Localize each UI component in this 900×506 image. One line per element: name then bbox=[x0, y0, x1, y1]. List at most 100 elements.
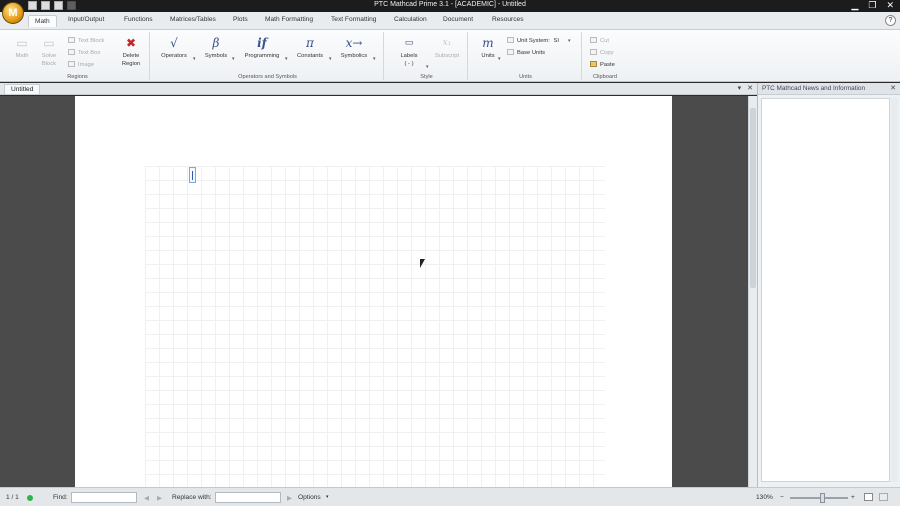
worksheet-area[interactable] bbox=[0, 96, 748, 487]
text-box-icon bbox=[68, 49, 75, 55]
tab-document[interactable]: Document bbox=[443, 16, 473, 23]
news-panel-content bbox=[761, 98, 890, 482]
symbols-button[interactable]: β Symbols bbox=[200, 36, 232, 60]
tab-functions[interactable]: Functions bbox=[124, 16, 153, 23]
replace-input[interactable] bbox=[215, 492, 281, 503]
constants-button[interactable]: π Constants bbox=[292, 36, 328, 60]
delete-region-icon: ✖ bbox=[125, 36, 137, 50]
document-tab-bar: Untitled ▾ ✕ bbox=[0, 83, 757, 95]
programming-button[interactable]: if Programming bbox=[240, 36, 284, 60]
unit-system-selector[interactable]: Unit System: SI bbox=[507, 37, 559, 44]
ribbon-tabs: Math Input/Output Functions Matrices/Tab… bbox=[0, 12, 900, 30]
group-style: ▭ Labels ( - ) ▾ x₁ Subscript Style bbox=[386, 32, 468, 80]
labels-dropdown-icon[interactable]: ▾ bbox=[426, 64, 429, 70]
calculation-status-icon bbox=[27, 495, 33, 501]
paste-clipboard-icon bbox=[590, 61, 597, 67]
text-block-button[interactable]: Text Block bbox=[68, 37, 104, 44]
math-region-icon: ▭ bbox=[16, 36, 28, 50]
base-units-icon bbox=[507, 49, 514, 55]
page-view-icon[interactable] bbox=[864, 493, 873, 501]
restore-button[interactable]: ❐ bbox=[868, 0, 876, 11]
group-label-style: Style bbox=[420, 74, 433, 80]
news-panel-scrollbar[interactable] bbox=[891, 98, 898, 482]
options-menu[interactable]: Options bbox=[298, 494, 321, 501]
operators-dropdown-icon[interactable]: ▾ bbox=[193, 56, 196, 62]
tab-matrices-tables[interactable]: Matrices/Tables bbox=[170, 16, 216, 23]
labels-button[interactable]: ▭ Labels ( - ) bbox=[392, 36, 426, 68]
zoom-slider-thumb[interactable] bbox=[820, 493, 825, 503]
find-input[interactable] bbox=[71, 492, 137, 503]
symbolic-arrow-icon: x→ bbox=[345, 36, 363, 50]
application-menu-orb[interactable]: M bbox=[2, 2, 24, 24]
group-label-regions: Regions bbox=[67, 74, 88, 80]
scrollbar-thumb[interactable] bbox=[750, 108, 756, 288]
solve-block-icon: ▭ bbox=[43, 36, 55, 50]
options-dropdown-icon[interactable]: ▾ bbox=[326, 494, 329, 500]
news-panel-header: PTC Mathcad News and Information ✕ bbox=[758, 83, 900, 95]
programming-dropdown-icon[interactable]: ▾ bbox=[285, 56, 288, 62]
worksheet-vertical-scrollbar[interactable] bbox=[748, 96, 757, 487]
page-indicator: 1 / 1 bbox=[6, 494, 19, 501]
symbolics-button[interactable]: x→ Symbolics bbox=[336, 36, 372, 60]
news-panel: PTC Mathcad News and Information ✕ bbox=[757, 83, 900, 487]
worksheet-grid bbox=[145, 166, 605, 487]
cut-button[interactable]: Cut bbox=[590, 37, 609, 44]
math-region-button[interactable]: ▭ Math bbox=[8, 36, 36, 60]
constants-dropdown-icon[interactable]: ▾ bbox=[329, 56, 332, 62]
document-tab-untitled[interactable]: Untitled bbox=[4, 84, 41, 94]
zoom-slider[interactable] bbox=[790, 497, 848, 499]
close-document-icon[interactable]: ✕ bbox=[747, 84, 753, 92]
tab-input-output[interactable]: Input/Output bbox=[68, 16, 104, 23]
symbols-dropdown-icon[interactable]: ▾ bbox=[232, 56, 235, 62]
beta-icon: β bbox=[212, 36, 220, 50]
zoom-out-button[interactable]: − bbox=[780, 494, 784, 501]
unit-system-dropdown-icon[interactable]: ▾ bbox=[568, 38, 571, 44]
tab-text-formatting[interactable]: Text Formatting bbox=[331, 16, 376, 23]
document-list-dropdown-icon[interactable]: ▾ bbox=[738, 84, 742, 92]
text-box-button[interactable]: Text Box bbox=[68, 49, 100, 56]
base-units-button[interactable]: Base Units bbox=[507, 49, 545, 56]
units-m-icon: m bbox=[482, 36, 494, 50]
delete-region-button[interactable]: ✖ Delete Region bbox=[116, 36, 146, 68]
copy-button[interactable]: Copy bbox=[590, 49, 614, 56]
operators-button[interactable]: √ Operators bbox=[156, 36, 192, 60]
find-previous-icon[interactable]: ◀ bbox=[144, 494, 149, 502]
symbolics-dropdown-icon[interactable]: ▾ bbox=[373, 56, 376, 62]
copy-icon bbox=[590, 49, 597, 55]
subscript-button[interactable]: x₁ Subscript bbox=[430, 36, 464, 60]
tab-calculation[interactable]: Calculation bbox=[394, 16, 427, 23]
scissors-icon bbox=[590, 37, 597, 43]
replace-icon[interactable]: ▶ bbox=[287, 494, 292, 502]
help-button[interactable]: ? bbox=[885, 15, 896, 26]
pi-icon: π bbox=[306, 36, 314, 50]
close-panel-icon[interactable]: ✕ bbox=[890, 84, 896, 92]
group-label-clipboard: Clipboard bbox=[593, 74, 617, 80]
ribbon: ▭ Math ▭ Solve Block Text Block Text Box… bbox=[0, 30, 900, 82]
paste-button[interactable]: Paste bbox=[590, 61, 615, 68]
draft-view-icon[interactable] bbox=[879, 493, 888, 501]
group-regions: ▭ Math ▭ Solve Block Text Block Text Box… bbox=[6, 32, 150, 80]
tab-resources[interactable]: Resources bbox=[492, 16, 524, 23]
zoom-in-button[interactable]: + bbox=[851, 494, 855, 501]
tab-math[interactable]: Math bbox=[28, 15, 57, 27]
insertion-cursor[interactable] bbox=[189, 167, 196, 183]
status-bar: 1 / 1 Find: ◀ ▶ Replace with: ▶ Options … bbox=[0, 487, 900, 506]
tab-plots[interactable]: Plots bbox=[233, 16, 248, 23]
find-next-icon[interactable]: ▶ bbox=[157, 494, 162, 502]
labels-icon: ▭ bbox=[404, 38, 414, 48]
group-label-units: Units bbox=[519, 74, 532, 80]
close-window-button[interactable]: ✕ bbox=[886, 0, 894, 11]
find-label: Find: bbox=[53, 494, 68, 501]
units-dropdown-icon[interactable]: ▾ bbox=[498, 56, 501, 62]
worksheet-page[interactable] bbox=[75, 96, 672, 487]
tab-math-formatting[interactable]: Math Formatting bbox=[265, 16, 313, 23]
solve-block-button[interactable]: ▭ Solve Block bbox=[36, 36, 62, 68]
minimize-button[interactable]: ▁ bbox=[851, 0, 858, 11]
mouse-pointer-icon bbox=[420, 259, 425, 268]
news-panel-title: PTC Mathcad News and Information bbox=[762, 85, 866, 92]
subscript-icon: x₁ bbox=[442, 38, 452, 48]
window-title: PTC Mathcad Prime 3.1 - [ACADEMIC] - Unt… bbox=[374, 1, 526, 8]
group-operators-symbols: √ Operators ▾ β Symbols ▾ if Programming… bbox=[152, 32, 384, 80]
replace-label: Replace with: bbox=[172, 494, 212, 501]
image-button[interactable]: Image bbox=[68, 61, 94, 68]
